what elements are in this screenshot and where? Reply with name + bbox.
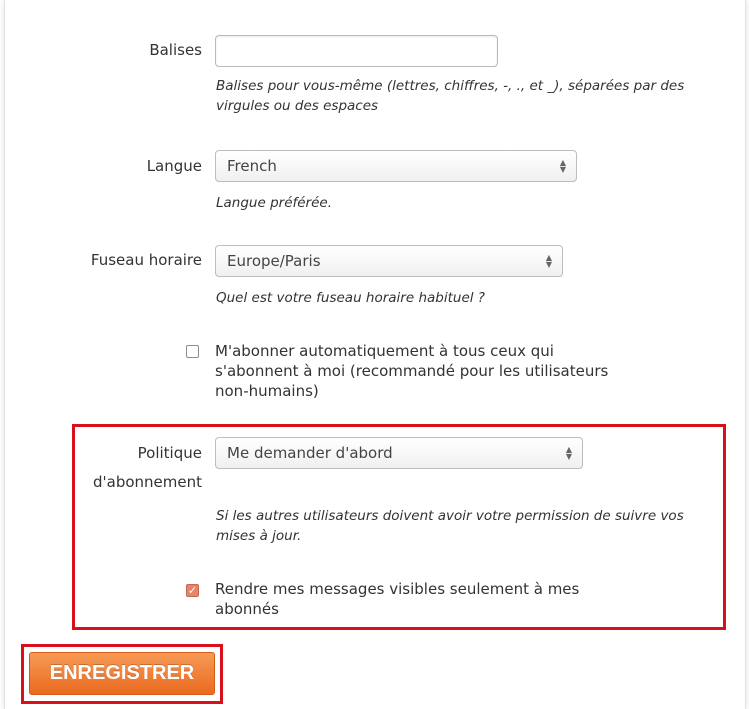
tags-label: Balises — [149, 41, 202, 59]
timezone-select[interactable]: Europe/Paris ▲ ▼ — [215, 245, 563, 277]
select-arrows-icon: ▲ ▼ — [559, 158, 567, 174]
profile-settings-form: Balises Balises pour vous-même (lettres,… — [0, 0, 750, 709]
subscription-policy-help: Si les autres utilisateurs doivent avoir… — [216, 508, 684, 544]
language-help: Langue préférée. — [216, 195, 333, 211]
subscription-policy-label-line1: Politique — [137, 444, 202, 462]
language-label: Langue — [146, 157, 202, 175]
language-select[interactable]: French ▲ ▼ — [215, 150, 577, 182]
subscription-policy-select[interactable]: Me demander d'abord ▲ ▼ — [215, 437, 583, 469]
autosubscribe-label: M'abonner automatiquement à tous ceux qu… — [215, 342, 609, 400]
tags-help: Balises pour vous-même (lettres, chiffre… — [216, 78, 685, 114]
autosubscribe-checkbox[interactable] — [186, 345, 199, 358]
subscription-policy-label-line2: d'abonnement — [92, 473, 202, 491]
subscription-policy-selected-value: Me demander d'abord — [227, 444, 393, 462]
private-stream-label: Rendre mes messages visibles seulement à… — [215, 580, 580, 618]
select-arrows-icon: ▲ ▼ — [545, 253, 553, 269]
timezone-help: Quel est votre fuseau horaire habituel ? — [216, 290, 485, 306]
private-stream-checkbox[interactable]: ✓ — [186, 584, 199, 597]
timezone-selected-value: Europe/Paris — [227, 252, 321, 270]
save-button[interactable]: ENREGISTRER — [29, 652, 215, 695]
tags-input[interactable] — [215, 35, 498, 67]
select-arrows-icon: ▲ ▼ — [565, 445, 573, 461]
timezone-label: Fuseau horaire — [90, 251, 202, 269]
language-selected-value: French — [227, 157, 277, 175]
